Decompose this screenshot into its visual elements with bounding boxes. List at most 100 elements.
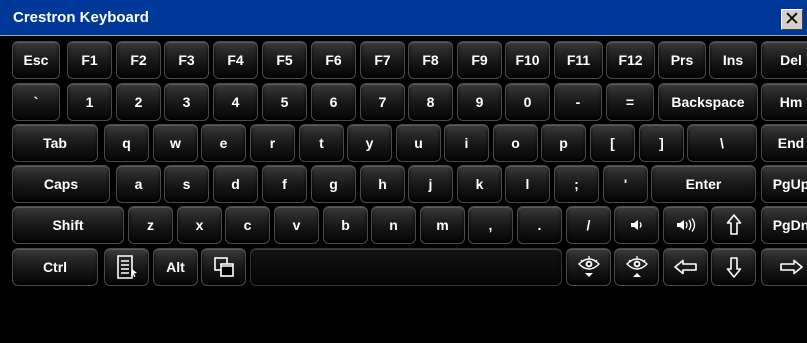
key-ins[interactable]: Ins: [709, 41, 757, 79]
key-volume-down[interactable]: [614, 206, 659, 244]
key-pgdn[interactable]: PgDn: [761, 206, 807, 244]
key-6[interactable]: 6: [311, 83, 356, 121]
key-alt[interactable]: Alt: [153, 248, 198, 286]
key-f5[interactable]: F5: [262, 41, 307, 79]
key-2[interactable]: 2: [116, 83, 161, 121]
key-e[interactable]: e: [201, 124, 246, 162]
key-context-menu[interactable]: [104, 248, 149, 286]
key-minus[interactable]: -: [554, 83, 602, 121]
key-f2[interactable]: F2: [116, 41, 161, 79]
key-lbracket[interactable]: [: [590, 124, 635, 162]
key-j[interactable]: j: [408, 165, 453, 203]
key-x[interactable]: x: [177, 206, 222, 244]
key-f7[interactable]: F7: [360, 41, 405, 79]
key-prs[interactable]: Prs: [658, 41, 706, 79]
key-show-keyboard[interactable]: [614, 248, 659, 286]
key-comma[interactable]: ,: [468, 206, 513, 244]
key-t[interactable]: t: [299, 124, 344, 162]
key-3[interactable]: 3: [164, 83, 209, 121]
key-caps[interactable]: Caps: [12, 165, 110, 203]
key-u[interactable]: u: [396, 124, 441, 162]
key-b[interactable]: b: [323, 206, 368, 244]
key-v[interactable]: v: [274, 206, 319, 244]
key-pgup[interactable]: PgUp: [761, 165, 807, 203]
key-4[interactable]: 4: [213, 83, 258, 121]
key-f10[interactable]: F10: [505, 41, 550, 79]
key-label: ': [623, 176, 628, 192]
key-backtick[interactable]: `: [12, 83, 60, 121]
key-p[interactable]: p: [541, 124, 586, 162]
key-f[interactable]: f: [262, 165, 307, 203]
key-equals[interactable]: =: [606, 83, 654, 121]
key-f3[interactable]: F3: [164, 41, 209, 79]
key-slash[interactable]: /: [566, 206, 611, 244]
key-9[interactable]: 9: [457, 83, 502, 121]
key-5[interactable]: 5: [262, 83, 307, 121]
key-c[interactable]: c: [225, 206, 270, 244]
key-backslash[interactable]: \: [687, 124, 757, 162]
key-f4[interactable]: F4: [213, 41, 258, 79]
key-f12[interactable]: F12: [606, 41, 655, 79]
key-d[interactable]: d: [213, 165, 258, 203]
key-f6[interactable]: F6: [311, 41, 356, 79]
key-del[interactable]: Del: [761, 41, 807, 79]
key-period[interactable]: .: [517, 206, 562, 244]
key-f8[interactable]: F8: [408, 41, 453, 79]
key-f1[interactable]: F1: [67, 41, 112, 79]
key-8[interactable]: 8: [408, 83, 453, 121]
key-label: 8: [426, 94, 435, 110]
key-h[interactable]: h: [360, 165, 405, 203]
key-arrow-down[interactable]: [711, 248, 756, 286]
key-home[interactable]: Hm: [761, 83, 807, 121]
keyboard-window: Crestron Keyboard ✕ Esc F1 F2 F3 F4 F5 F6 F7 F8 F…: [0, 0, 807, 343]
key-label: PgDn: [772, 217, 807, 233]
key-i[interactable]: i: [444, 124, 489, 162]
key-label: =: [625, 94, 635, 110]
key-label: 0: [523, 94, 532, 110]
key-label: F4: [227, 52, 244, 68]
key-arrow-up[interactable]: [711, 206, 756, 244]
key-label: s: [182, 176, 191, 192]
key-label: ,: [488, 217, 493, 233]
key-label: Enter: [685, 176, 722, 192]
key-end[interactable]: End: [761, 124, 807, 162]
key-backspace[interactable]: Backspace: [658, 83, 758, 121]
key-7[interactable]: 7: [360, 83, 405, 121]
key-window-switch[interactable]: [201, 248, 246, 286]
key-rbracket[interactable]: ]: [639, 124, 684, 162]
key-a[interactable]: a: [116, 165, 161, 203]
key-esc[interactable]: Esc: [12, 41, 60, 79]
key-s[interactable]: s: [164, 165, 209, 203]
key-n[interactable]: n: [371, 206, 416, 244]
key-f9[interactable]: F9: [457, 41, 502, 79]
key-shift[interactable]: Shift: [12, 206, 124, 244]
key-label: F10: [515, 52, 540, 68]
key-quote[interactable]: ': [603, 165, 648, 203]
key-0[interactable]: 0: [505, 83, 550, 121]
key-o[interactable]: o: [493, 124, 538, 162]
close-button[interactable]: ✕: [781, 9, 803, 30]
key-hide-keyboard[interactable]: [566, 248, 611, 286]
key-l[interactable]: l: [505, 165, 550, 203]
key-label: z: [147, 217, 154, 233]
key-1[interactable]: 1: [67, 83, 112, 121]
key-tab[interactable]: Tab: [12, 124, 98, 162]
key-enter[interactable]: Enter: [651, 165, 756, 203]
key-m[interactable]: m: [420, 206, 465, 244]
key-k[interactable]: k: [457, 165, 502, 203]
key-volume-up[interactable]: [663, 206, 708, 244]
key-z[interactable]: z: [128, 206, 173, 244]
key-arrow-right[interactable]: [761, 248, 807, 286]
key-r[interactable]: r: [250, 124, 295, 162]
key-label: p: [559, 135, 568, 151]
key-space[interactable]: [250, 248, 562, 286]
arrow-right-icon: [779, 259, 803, 275]
key-q[interactable]: q: [104, 124, 149, 162]
key-ctrl[interactable]: Ctrl: [12, 248, 98, 286]
key-semicolon[interactable]: ;: [554, 165, 599, 203]
key-w[interactable]: w: [153, 124, 198, 162]
key-f11[interactable]: F11: [554, 41, 603, 79]
key-y[interactable]: y: [347, 124, 392, 162]
key-arrow-left[interactable]: [663, 248, 708, 286]
key-g[interactable]: g: [311, 165, 356, 203]
